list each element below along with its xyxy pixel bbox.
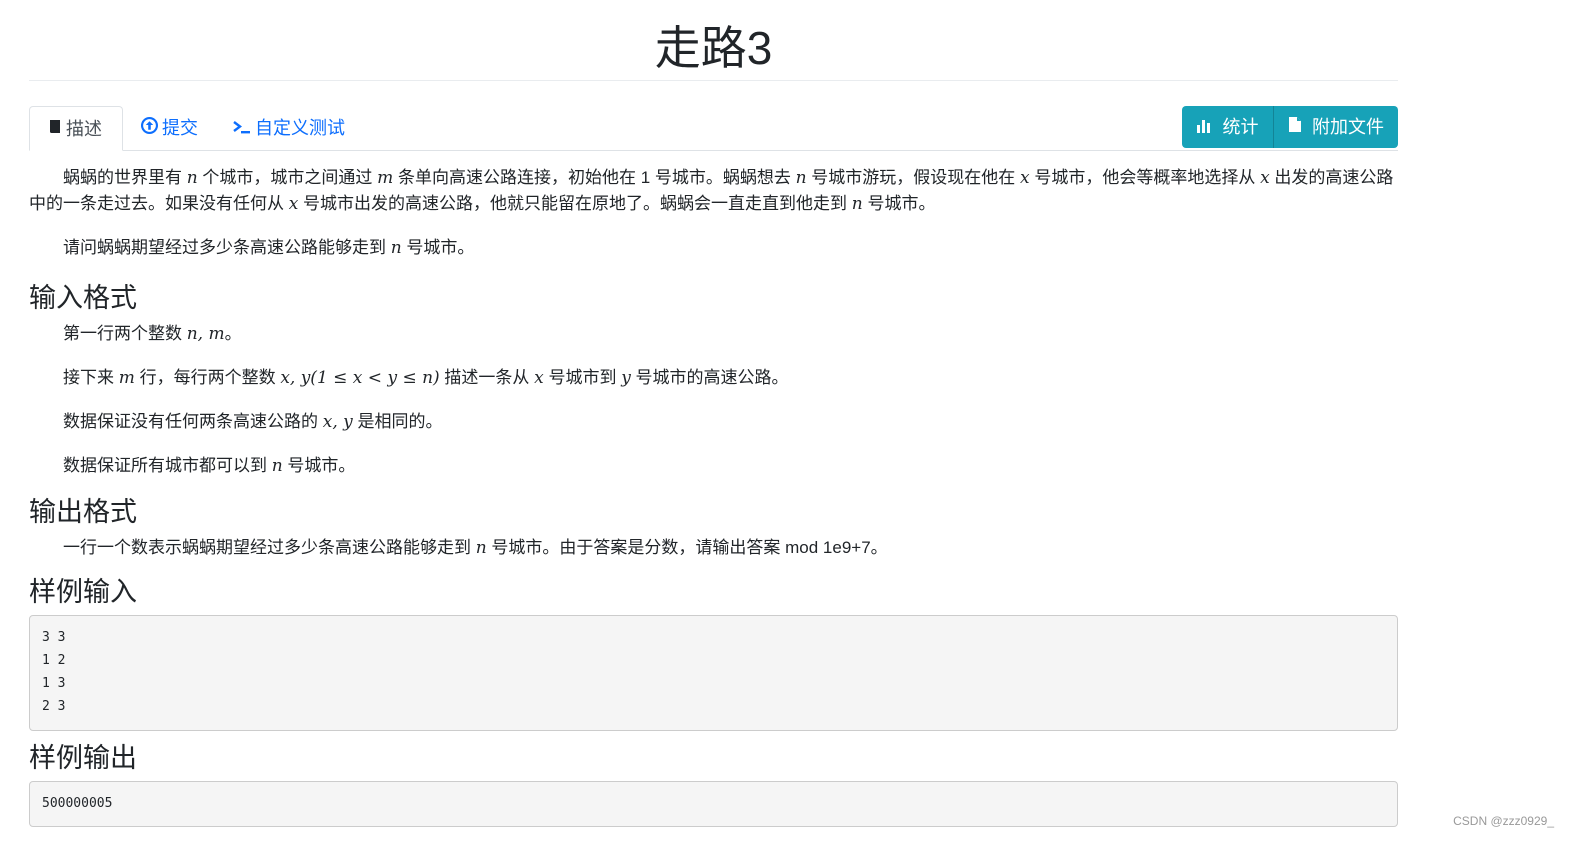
tab-submit-label: 提交 bbox=[162, 118, 198, 138]
attachments-button[interactable]: 附加文件 bbox=[1273, 106, 1398, 148]
stats-button[interactable]: 统计 bbox=[1182, 106, 1274, 148]
tab-bar: 描述 提交 自定义测试 统计 附加文件 bbox=[29, 106, 1398, 151]
input-format-heading: 输入格式 bbox=[29, 283, 137, 313]
page-title: 走路3 bbox=[29, 0, 1398, 81]
output-line-1: 一行一个数表示蜗蜗期望经过多少条高速公路能够走到 n 号城市。由于答案是分数，请… bbox=[63, 538, 888, 558]
input-line-4: 数据保证所有城市都可以到 n 号城市。 bbox=[63, 456, 356, 476]
input-line-3: 数据保证没有任何两条高速公路的 x, y 是相同的。 bbox=[63, 412, 443, 432]
sample-input-heading: 样例输入 bbox=[29, 577, 137, 607]
tab-custom-test-label: 自定义测试 bbox=[255, 118, 345, 138]
upload-circle-icon bbox=[141, 108, 158, 152]
problem-content: 蜗蜗的世界里有 n 个城市，城市之间通过 m 条单向高速公路连接，初始他在 1 … bbox=[29, 165, 1398, 827]
sample-output-heading: 样例输出 bbox=[29, 743, 137, 773]
sample-input-block: 3 3 1 2 1 3 2 3 bbox=[29, 615, 1398, 731]
tab-description-label: 描述 bbox=[66, 119, 102, 139]
tab-submit[interactable]: 提交 bbox=[123, 106, 216, 150]
input-line-1: 第一行两个整数 n, m。 bbox=[63, 324, 242, 344]
tab-custom-test[interactable]: 自定义测试 bbox=[215, 106, 363, 150]
action-buttons: 统计 附加文件 bbox=[1182, 106, 1398, 148]
description-paragraph-1: 蜗蜗的世界里有 n 个城市，城市之间通过 m 条单向高速公路连接，初始他在 1 … bbox=[29, 168, 1394, 214]
terminal-icon bbox=[233, 108, 251, 152]
description-paragraph-2: 请问蜗蜗期望经过多少条高速公路能够走到 n 号城市。 bbox=[63, 238, 475, 258]
attachments-button-label: 附加文件 bbox=[1312, 117, 1384, 137]
output-format-heading: 输出格式 bbox=[29, 497, 137, 527]
file-icon bbox=[1288, 117, 1306, 137]
watermark: CSDN @zzz0929_ bbox=[1453, 814, 1554, 828]
bar-chart-icon bbox=[1196, 120, 1216, 137]
stats-button-label: 统计 bbox=[1222, 117, 1259, 137]
tab-description[interactable]: 描述 bbox=[29, 106, 123, 151]
book-icon bbox=[48, 109, 62, 153]
input-line-2: 接下来 m 行，每行两个整数 x, y(1 ≤ x < y ≤ n) 描述一条从… bbox=[63, 368, 789, 388]
sample-output-block: 500000005 bbox=[29, 781, 1398, 827]
problem-container: 走路3 描述 提交 自定义测试 统计 附加文件 蜗蜗的世界里有 n 个城市，城市… bbox=[29, 0, 1398, 827]
